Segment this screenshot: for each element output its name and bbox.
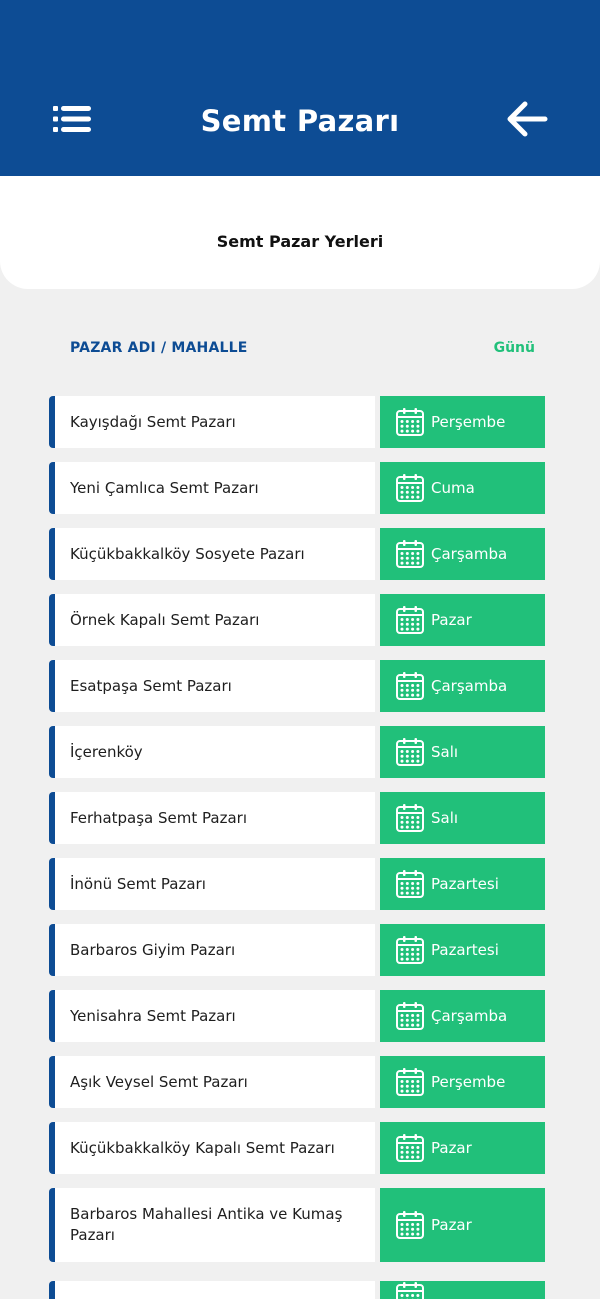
market-row[interactable]: Yenisahra Semt Pazarı Çarşamba [49, 990, 545, 1042]
market-day-label: Pazar [431, 1216, 472, 1234]
market-name: Barbaros Mahallesi Antika ve Kumaş Pazar… [49, 1188, 375, 1262]
market-day-label: Cuma [431, 479, 475, 497]
market-day-cell [380, 1281, 545, 1299]
market-row[interactable]: Örnek Kapalı Semt Pazarı Pazar [49, 594, 545, 646]
market-day-label: Pazartesi [431, 875, 499, 893]
arrow-left-icon [507, 101, 548, 137]
market-day: Pazar [380, 594, 545, 646]
market-row[interactable]: İnönü Semt Pazarı Pazartesi [49, 858, 545, 910]
market-day: Pazartesi [380, 858, 545, 910]
market-row[interactable]: Esatpaşa Semt Pazarı Çarşamba [49, 660, 545, 712]
market-row[interactable]: İçerenköy Salı [49, 726, 545, 778]
market-day-label: Pazar [431, 1139, 472, 1157]
market-day: Perşembe [380, 396, 545, 448]
market-day: Pazartesi [380, 924, 545, 976]
market-day-label: Perşembe [431, 413, 506, 431]
partial-list-row [49, 1281, 545, 1299]
market-day: Çarşamba [380, 528, 545, 580]
column-header-day: Günü [493, 340, 535, 356]
calendar-icon [396, 1068, 424, 1096]
calendar-icon [396, 1134, 424, 1162]
market-row[interactable]: Ferhatpaşa Semt Pazarı Salı [49, 792, 545, 844]
market-name: Aşık Veysel Semt Pazarı [49, 1056, 375, 1108]
market-name: Ferhatpaşa Semt Pazarı [49, 792, 375, 844]
calendar-icon [396, 540, 424, 568]
market-name-cell [49, 1281, 375, 1299]
market-day-label: Pazar [431, 611, 472, 629]
column-header-name: PAZAR ADI / MAHALLE [70, 340, 248, 356]
calendar-icon [396, 606, 424, 634]
market-name: Yeni Çamlıca Semt Pazarı [49, 462, 375, 514]
market-name: İçerenköy [49, 726, 375, 778]
market-list: Kayışdağı Semt Pazarı Perşembe Yeni Çamlıc… [49, 396, 545, 1276]
calendar-icon [396, 672, 424, 700]
market-day: Pazar [380, 1122, 545, 1174]
calendar-icon [396, 1282, 424, 1299]
market-row[interactable]: Küçükbakkalköy Sosyete Pazarı Çarşamba [49, 528, 545, 580]
back-button[interactable] [505, 99, 549, 139]
calendar-icon [396, 870, 424, 898]
market-name: Küçükbakkalköy Kapalı Semt Pazarı [49, 1122, 375, 1174]
market-day: Çarşamba [380, 990, 545, 1042]
market-row[interactable]: Küçükbakkalköy Kapalı Semt Pazarı Pazar [49, 1122, 545, 1174]
calendar-icon [396, 1002, 424, 1030]
market-day: Çarşamba [380, 660, 545, 712]
calendar-icon [396, 408, 424, 436]
calendar-icon [396, 1211, 424, 1239]
app-header: Semt Pazarı [0, 0, 600, 176]
market-name: Barbaros Giyim Pazarı [49, 924, 375, 976]
market-day: Cuma [380, 462, 545, 514]
market-day-label: Çarşamba [431, 677, 508, 695]
section-title: Semt Pazar Yerleri [216, 232, 384, 251]
market-row[interactable]: Aşık Veysel Semt Pazarı Perşembe [49, 1056, 545, 1108]
market-row[interactable]: Barbaros Giyim Pazarı Pazartesi [49, 924, 545, 976]
market-day-label: Salı [431, 743, 459, 761]
market-day-label: Çarşamba [431, 545, 508, 563]
calendar-icon [396, 738, 424, 766]
calendar-icon [396, 474, 424, 502]
market-day-label: Salı [431, 809, 459, 827]
market-name: Örnek Kapalı Semt Pazarı [49, 594, 375, 646]
market-day: Perşembe [380, 1056, 545, 1108]
calendar-icon [396, 936, 424, 964]
market-day: Salı [380, 792, 545, 844]
market-day-label: Çarşamba [431, 1007, 508, 1025]
market-name: Esatpaşa Semt Pazarı [49, 660, 375, 712]
market-name: İnönü Semt Pazarı [49, 858, 375, 910]
market-day-label: Perşembe [431, 1073, 506, 1091]
market-day: Pazar [380, 1188, 545, 1262]
market-name: Küçükbakkalköy Sosyete Pazarı [49, 528, 375, 580]
market-name: Yenisahra Semt Pazarı [49, 990, 375, 1042]
calendar-icon [396, 804, 424, 832]
market-row[interactable]: Yeni Çamlıca Semt Pazarı Cuma [49, 462, 545, 514]
market-row[interactable]: Barbaros Mahallesi Antika ve Kumaş Pazar… [49, 1188, 545, 1262]
market-row[interactable]: Kayışdağı Semt Pazarı Perşembe [49, 396, 545, 448]
subheader-card: Semt Pazar Yerleri [0, 176, 600, 289]
market-day-label: Pazartesi [431, 941, 499, 959]
market-day: Salı [380, 726, 545, 778]
market-name: Kayışdağı Semt Pazarı [49, 396, 375, 448]
